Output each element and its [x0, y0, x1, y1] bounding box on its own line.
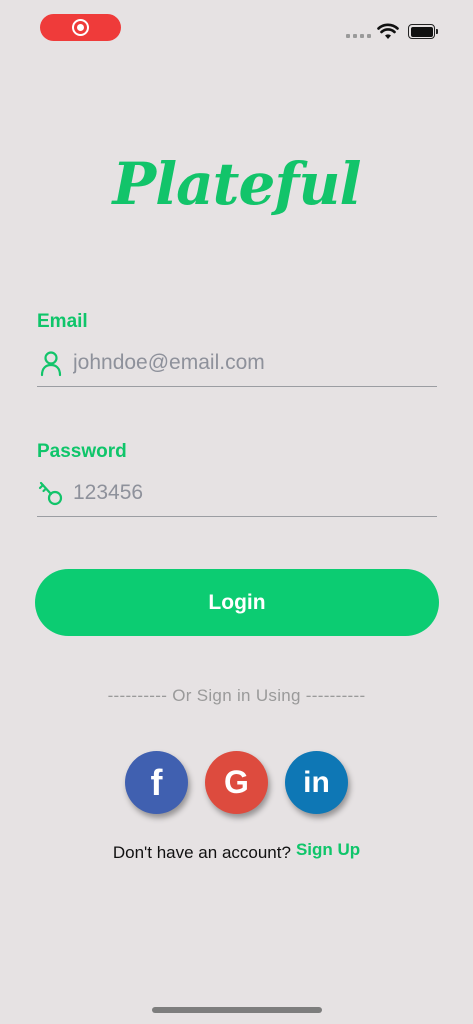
status-bar	[0, 0, 473, 56]
screen-record-icon	[72, 19, 89, 36]
user-icon	[40, 350, 62, 376]
email-label: Email	[37, 311, 88, 332]
password-field-row	[37, 469, 437, 517]
password-label: Password	[37, 441, 127, 462]
home-indicator[interactable]	[152, 1007, 322, 1013]
key-icon	[38, 481, 63, 505]
google-login-button[interactable]: G	[205, 751, 268, 814]
cellular-signal-icon	[346, 34, 371, 38]
email-field-row	[37, 339, 437, 387]
linkedin-icon: in	[303, 765, 330, 799]
battery-icon	[408, 24, 438, 39]
facebook-icon: f	[150, 761, 163, 803]
facebook-login-button[interactable]: f	[125, 751, 188, 814]
app-logo: Plateful	[112, 150, 361, 218]
email-input[interactable]	[73, 350, 437, 375]
social-login-row: f G in	[125, 751, 348, 814]
linkedin-login-button[interactable]: in	[285, 751, 348, 814]
sign-in-divider: ---------- Or Sign in Using ----------	[107, 686, 366, 705]
screen-record-indicator[interactable]	[40, 14, 121, 41]
google-icon: G	[224, 764, 249, 800]
signup-prompt: Don't have an account?	[112, 843, 291, 862]
signup-link[interactable]: Sign Up	[296, 840, 360, 860]
signup-row: Don't have an account? Sign Up	[0, 840, 473, 863]
wifi-icon	[377, 23, 399, 39]
password-input[interactable]	[73, 480, 437, 505]
login-button[interactable]: Login	[35, 569, 439, 636]
